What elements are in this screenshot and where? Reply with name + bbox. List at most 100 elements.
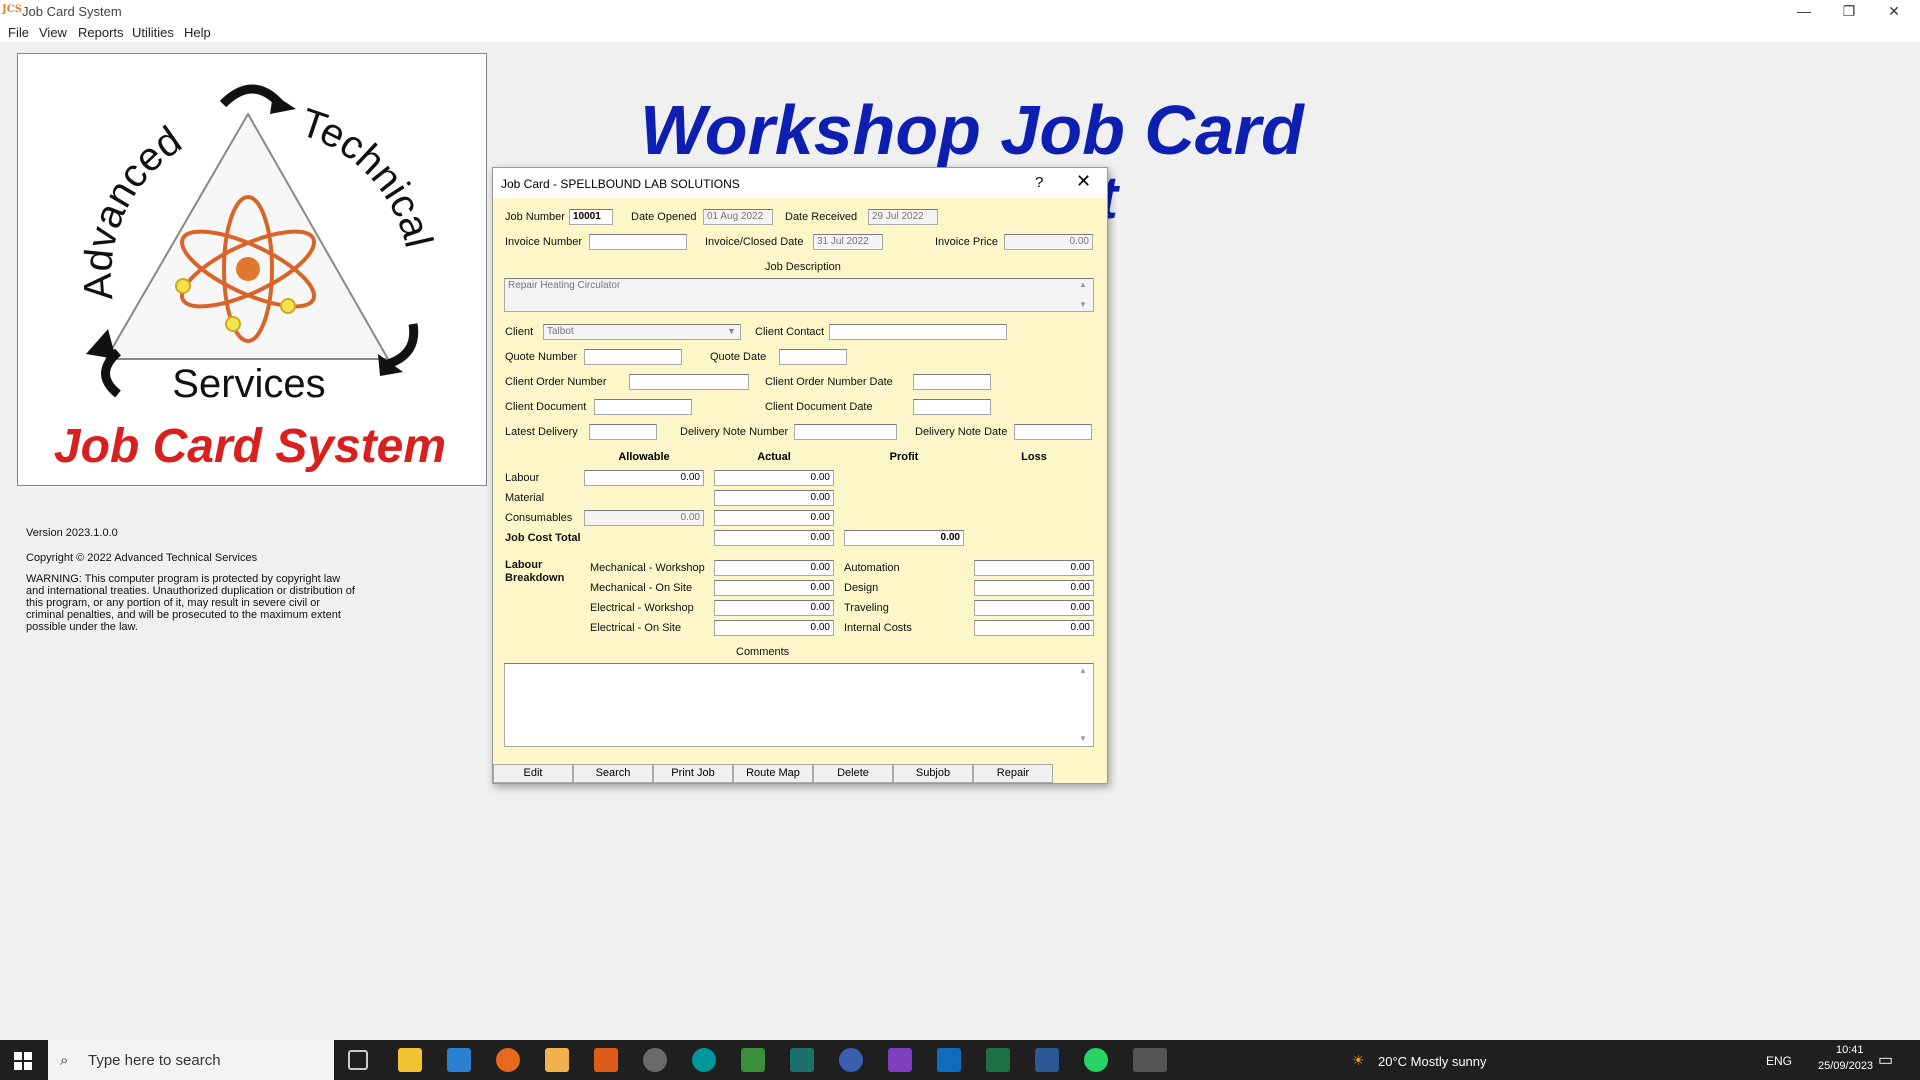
mech-workshop-field[interactable]: 0.00 bbox=[714, 560, 834, 576]
invoice-price-field[interactable]: 0.00 bbox=[1004, 234, 1093, 250]
search-input[interactable]: Type here to search bbox=[88, 1052, 221, 1069]
logo-services: Services bbox=[172, 362, 325, 406]
labour-actual-field[interactable]: 0.00 bbox=[714, 470, 834, 486]
delivery-note-date-field[interactable] bbox=[1014, 424, 1092, 440]
consumables-label: Consumables bbox=[505, 512, 573, 524]
design-field[interactable]: 0.00 bbox=[974, 580, 1094, 596]
firefox-icon[interactable] bbox=[496, 1048, 520, 1072]
client-order-number-date-field[interactable] bbox=[913, 374, 991, 390]
automation-field[interactable]: 0.00 bbox=[974, 560, 1094, 576]
internal-costs-label: Internal Costs bbox=[844, 622, 912, 634]
quote-number-field[interactable] bbox=[584, 349, 682, 365]
client-order-number-field[interactable] bbox=[629, 374, 749, 390]
subjob-button[interactable]: Subjob bbox=[893, 764, 973, 783]
elec-onsite-field[interactable]: 0.00 bbox=[714, 620, 834, 636]
version-text: Version 2023.1.0.0 bbox=[26, 527, 118, 539]
visual-studio-icon[interactable] bbox=[888, 1048, 912, 1072]
chevron-down-icon[interactable]: ▼ bbox=[727, 326, 736, 336]
close-button[interactable]: ✕ bbox=[1871, 0, 1917, 22]
client-label: Client bbox=[505, 326, 534, 338]
windows-start-icon[interactable] bbox=[14, 1052, 32, 1070]
app-icon-teal[interactable] bbox=[790, 1048, 814, 1072]
date-received-field[interactable]: 29 Jul 2022 bbox=[868, 209, 938, 225]
restore-button[interactable]: ❐ bbox=[1826, 0, 1872, 22]
title-bar bbox=[0, 0, 1920, 22]
weather-text[interactable]: 20°C Mostly sunny bbox=[1378, 1054, 1487, 1069]
minimize-button[interactable]: — bbox=[1781, 0, 1827, 22]
job-card-app-icon[interactable] bbox=[1133, 1048, 1167, 1072]
page-heading: Workshop Job Card bbox=[640, 91, 1304, 169]
repair-button[interactable]: Repair bbox=[973, 764, 1053, 783]
dialog-close-button[interactable]: ✕ bbox=[1076, 171, 1091, 192]
dialog-title: Job Card - SPELLBOUND LAB SOLUTIONS bbox=[501, 177, 740, 191]
labour-allowable-field[interactable]: 0.00 bbox=[584, 470, 704, 486]
search-button[interactable]: Search bbox=[573, 764, 653, 783]
edit-button[interactable]: Edit bbox=[493, 764, 573, 783]
consumables-allowable-field[interactable]: 0.00 bbox=[584, 510, 704, 526]
traveling-field[interactable]: 0.00 bbox=[974, 600, 1094, 616]
clock-time[interactable]: 10:41 bbox=[1836, 1044, 1864, 1056]
menu-view[interactable]: View bbox=[39, 25, 67, 40]
client-document-date-field[interactable] bbox=[913, 399, 991, 415]
material-actual-field[interactable]: 0.00 bbox=[714, 490, 834, 506]
menu-file[interactable]: File bbox=[8, 25, 29, 40]
labour-label: Labour bbox=[505, 472, 540, 484]
invoice-number-label: Invoice Number bbox=[505, 236, 583, 248]
consumables-actual-field[interactable]: 0.00 bbox=[714, 510, 834, 526]
language-indicator[interactable]: ENG bbox=[1766, 1054, 1792, 1068]
scroll-down-icon[interactable]: ▼ bbox=[1079, 734, 1087, 743]
help-button[interactable]: ? bbox=[1035, 174, 1043, 191]
internal-costs-field[interactable]: 0.00 bbox=[974, 620, 1094, 636]
app-icon-grey[interactable] bbox=[643, 1048, 667, 1072]
app-icon-orange[interactable] bbox=[594, 1048, 618, 1072]
invoice-closed-date-field[interactable]: 31 Jul 2022 bbox=[813, 234, 883, 250]
mech-onsite-field[interactable]: 0.00 bbox=[714, 580, 834, 596]
arduino-icon[interactable] bbox=[692, 1048, 716, 1072]
job-cost-total-actual-field[interactable]: 0.00 bbox=[714, 530, 834, 546]
quote-date-field[interactable] bbox=[779, 349, 847, 365]
excel-icon[interactable] bbox=[986, 1048, 1010, 1072]
latest-delivery-field[interactable] bbox=[589, 424, 657, 440]
menu-reports[interactable]: Reports bbox=[78, 25, 124, 40]
route-map-button[interactable]: Route Map bbox=[733, 764, 813, 783]
notification-icon[interactable]: ▭ bbox=[1878, 1050, 1893, 1070]
scroll-up-icon[interactable]: ▲ bbox=[1079, 666, 1087, 675]
app-icon-yellow[interactable] bbox=[545, 1048, 569, 1072]
file-explorer-icon[interactable] bbox=[398, 1048, 422, 1072]
menu-utilities[interactable]: Utilities bbox=[132, 25, 174, 40]
job-cost-total-label: Job Cost Total bbox=[505, 532, 581, 544]
traveling-label: Traveling bbox=[844, 602, 889, 614]
comments-field[interactable] bbox=[504, 663, 1094, 747]
logo-arc-right: Technical bbox=[295, 101, 440, 252]
invoice-price-label: Invoice Price bbox=[935, 236, 998, 248]
word-icon[interactable] bbox=[1035, 1048, 1059, 1072]
scroll-up-icon[interactable]: ▲ bbox=[1079, 280, 1087, 289]
whatsapp-icon[interactable] bbox=[1084, 1048, 1108, 1072]
outlook-icon[interactable] bbox=[937, 1048, 961, 1072]
automation-label: Automation bbox=[844, 562, 900, 574]
quote-number-label: Quote Number bbox=[505, 351, 578, 363]
app-icon-blue[interactable] bbox=[839, 1048, 863, 1072]
clock-date[interactable]: 25/09/2023 bbox=[1818, 1060, 1873, 1072]
latest-delivery-label: Latest Delivery bbox=[505, 426, 578, 438]
mech-workshop-label: Mechanical - Workshop bbox=[590, 562, 705, 574]
job-cost-total-profit-field[interactable]: 0.00 bbox=[844, 530, 964, 546]
menu-help[interactable]: Help bbox=[184, 25, 211, 40]
control-panel-icon[interactable] bbox=[447, 1048, 471, 1072]
task-view-icon[interactable] bbox=[348, 1050, 368, 1070]
client-contact-field[interactable] bbox=[829, 324, 1007, 340]
delete-button[interactable]: Delete bbox=[813, 764, 893, 783]
job-description-field[interactable]: Repair Heating Circulator bbox=[504, 278, 1094, 312]
app-icon-green[interactable] bbox=[741, 1048, 765, 1072]
client-document-field[interactable] bbox=[594, 399, 692, 415]
print-job-button[interactable]: Print Job bbox=[653, 764, 733, 783]
delivery-note-number-field[interactable] bbox=[794, 424, 897, 440]
date-opened-field[interactable]: 01 Aug 2022 bbox=[703, 209, 773, 225]
date-opened-label: Date Opened bbox=[631, 211, 697, 223]
elec-workshop-field[interactable]: 0.00 bbox=[714, 600, 834, 616]
invoice-number-field[interactable] bbox=[589, 234, 687, 250]
client-select[interactable]: Talbot bbox=[543, 324, 741, 340]
job-number-field[interactable]: 10001 bbox=[569, 209, 613, 225]
elec-workshop-label: Electrical - Workshop bbox=[590, 602, 694, 614]
scroll-down-icon[interactable]: ▼ bbox=[1079, 300, 1087, 309]
